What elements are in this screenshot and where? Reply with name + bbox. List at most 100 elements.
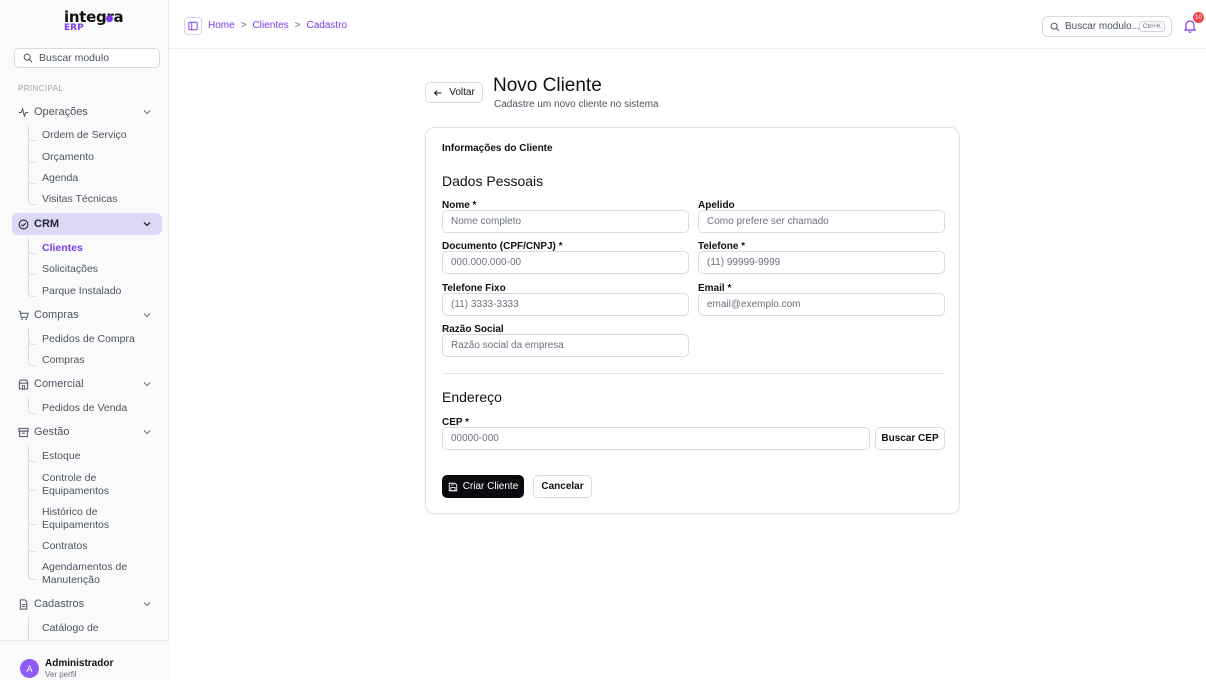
telefone-fixo-placeholder: (11) 3333-3333 [451, 299, 519, 310]
user-name: Administrador [45, 658, 114, 669]
tree-line [28, 328, 29, 361]
chevron-down-icon [143, 110, 151, 115]
apelido-placeholder: Como prefere ser chamado [707, 216, 829, 227]
sidebar-item-controle-equipamentos[interactable]: Controle de Equipamentos [42, 472, 134, 498]
user-profile-link[interactable]: Ver perfil [45, 670, 77, 679]
top-header: Home > Clientes > Cadastro Buscar modulo… [169, 0, 1206, 49]
breadcrumb-separator: > [240, 20, 247, 31]
tree-tick [28, 269, 36, 275]
razao-social-input[interactable]: Razão social da empresa [442, 334, 689, 357]
header-search-input[interactable]: Buscar modulo... Ctrl+K [1042, 16, 1172, 37]
tree-tick [28, 456, 36, 462]
sidebar-item-parque-instalado[interactable]: Parque Instalado [42, 285, 121, 298]
sidebar-item-pedidos-compra[interactable]: Pedidos de Compra [42, 333, 135, 346]
archive-icon [18, 427, 29, 437]
tree-tick [28, 135, 36, 141]
activity-icon [18, 106, 29, 118]
sidebar-item-agendamentos-manutencao[interactable]: Agendamentos de Manutenção [42, 561, 142, 587]
chevron-down-icon [143, 602, 151, 607]
telefone-input[interactable]: (11) 99999-9999 [698, 251, 945, 274]
notification-badge: 10 [1193, 12, 1204, 23]
card-title: Informações do Cliente [442, 143, 553, 154]
documento-placeholder: 000.000.000-00 [451, 257, 522, 268]
cart-icon [18, 310, 29, 320]
cancel-button[interactable]: Cancelar [533, 475, 592, 498]
store-icon [18, 379, 29, 390]
sidebar-item-solicitacoes[interactable]: Solicitações [42, 263, 98, 276]
tree-line [28, 617, 29, 640]
nome-placeholder: Nome completo [451, 216, 522, 227]
tree-line [28, 237, 29, 292]
sidebar-item-agenda[interactable]: Agenda [42, 172, 78, 185]
sidebar-item-catalogo[interactable]: Catálogo de [42, 622, 99, 635]
chevron-down-icon [143, 382, 151, 387]
email-input[interactable]: email@exemplo.com [698, 293, 945, 316]
arrow-left-icon [434, 89, 442, 96]
sidebar-group-label: Operações [34, 106, 88, 118]
sidebar: integra ERP Buscar modulo PRINCIPAL Oper… [0, 0, 169, 680]
sidebar-item-estoque[interactable]: Estoque [42, 450, 81, 463]
telefone-fixo-input[interactable]: (11) 3333-3333 [442, 293, 689, 316]
keyboard-shortcut: Ctrl+K [1138, 21, 1165, 32]
tree-tick [28, 360, 36, 366]
sidebar-item-clientes[interactable]: Clientes [42, 242, 83, 255]
avatar: A [20, 659, 39, 678]
sidebar-group-gestao[interactable]: Gestão [12, 421, 162, 443]
telefone-placeholder: (11) 99999-9999 [707, 257, 781, 268]
cep-input[interactable]: 00000-000 [442, 427, 870, 450]
sidebar-item-orcamento[interactable]: Orçamento [42, 151, 94, 164]
buscar-cep-button[interactable]: Buscar CEP [875, 427, 945, 450]
chevron-down-icon [143, 430, 151, 435]
sidebar-item-pedidos-venda[interactable]: Pedidos de Venda [42, 402, 127, 415]
sidebar-nav: Operações Ordem de Serviço Orçamento Age… [0, 0, 169, 640]
sidebar-group-label: Gestão [34, 426, 70, 438]
apelido-input[interactable]: Como prefere ser chamado [698, 210, 945, 233]
tree-tick [28, 485, 36, 491]
search-icon [1050, 22, 1060, 31]
back-button-label: Voltar [449, 87, 475, 98]
tree-tick [28, 574, 36, 580]
create-client-label: Criar Cliente [462, 481, 519, 492]
sidebar-group-comercial[interactable]: Comercial [12, 373, 162, 395]
email-placeholder: email@exemplo.com [707, 299, 801, 310]
document-icon [19, 598, 28, 610]
sidebar-item-contratos[interactable]: Contratos [42, 540, 88, 553]
sidebar-item-ordem-servico[interactable]: Ordem de Serviço [42, 129, 127, 142]
header-search-placeholder: Buscar modulo... [1065, 21, 1141, 32]
sidebar-group-compras[interactable]: Compras [12, 304, 162, 326]
create-client-button[interactable]: Criar Cliente [442, 475, 524, 498]
tree-tick [28, 157, 36, 163]
sidebar-group-operacoes[interactable]: Operações [12, 101, 162, 123]
documento-input[interactable]: 000.000.000-00 [442, 251, 689, 274]
breadcrumb: Home > Clientes > Cadastro [208, 20, 347, 31]
sidebar-item-visitas-tecnicas[interactable]: Visitas Técnicas [42, 193, 117, 206]
chevron-down-icon [143, 222, 151, 227]
tree-tick [28, 519, 36, 525]
sidebar-group-cadastros[interactable]: Cadastros [12, 593, 162, 615]
panel-left-icon [188, 21, 198, 31]
nome-input[interactable]: Nome completo [442, 210, 689, 233]
tree-tick [28, 178, 36, 184]
sidebar-toggle-button[interactable] [184, 17, 202, 35]
tree-tick [28, 199, 36, 205]
page-subtitle: Cadastre um novo cliente no sistema [494, 99, 659, 110]
breadcrumb-cadastro: Cadastro [306, 20, 348, 31]
user-profile[interactable]: A Administrador Ver perfil [0, 640, 169, 680]
sidebar-item-compras[interactable]: Compras [42, 354, 85, 367]
address-heading: Endereço [442, 389, 502, 405]
sidebar-group-label: Compras [34, 309, 79, 321]
save-icon [448, 482, 457, 491]
tree-tick [28, 408, 36, 414]
tree-tick [28, 248, 36, 254]
back-button[interactable]: Voltar [425, 82, 483, 103]
razao-social-placeholder: Razão social da empresa [451, 340, 564, 351]
breadcrumb-clientes[interactable]: Clientes [253, 20, 289, 31]
sidebar-group-label: Comercial [34, 378, 84, 390]
sidebar-item-historico-equipamentos[interactable]: Histórico de Equipamentos [42, 506, 134, 532]
breadcrumb-home[interactable]: Home [208, 20, 235, 31]
section-divider [442, 373, 945, 374]
sidebar-group-label: CRM [34, 218, 60, 230]
page-title: Novo Cliente [493, 75, 602, 96]
sidebar-group-crm[interactable]: CRM [12, 213, 162, 235]
circle-check-icon [18, 219, 29, 229]
